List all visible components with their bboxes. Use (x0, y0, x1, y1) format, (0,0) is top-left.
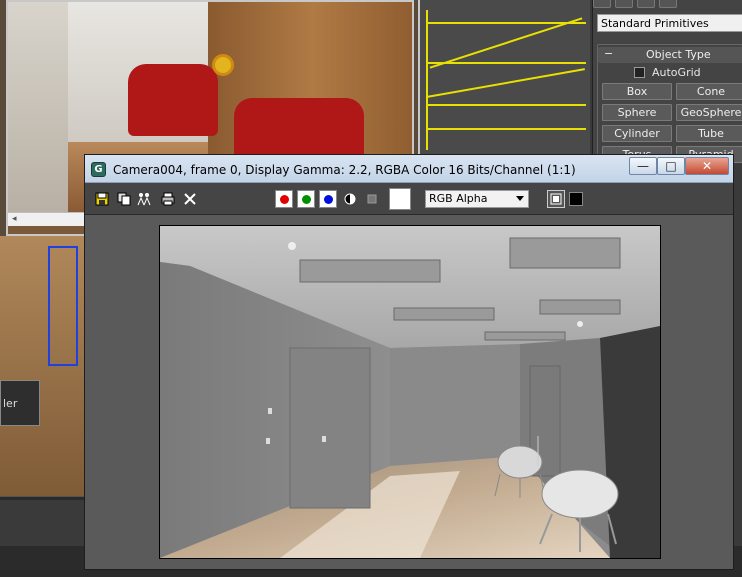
wire-line (426, 104, 586, 106)
wire-line (429, 17, 583, 69)
maximize-button[interactable]: □ (657, 157, 685, 175)
scroll-left-icon[interactable]: ◂ (12, 214, 17, 224)
mono-icon[interactable] (343, 192, 357, 206)
red-channel-toggle[interactable] (275, 190, 293, 208)
render-canvas[interactable] (159, 225, 661, 559)
collapse-icon[interactable]: − (604, 47, 613, 60)
chevron-down-icon (516, 196, 524, 201)
autogrid-checkbox[interactable] (634, 67, 645, 78)
wireframe-door (48, 246, 78, 366)
motion-tab[interactable] (659, 0, 677, 8)
wire-line (427, 68, 585, 98)
command-panel-tabs (593, 0, 742, 10)
red-channel-icon (280, 195, 289, 204)
channel-dropdown[interactable]: RGB Alpha (425, 190, 529, 208)
primitive-type-dropdown[interactable]: Standard Primitives (597, 14, 742, 32)
geosphere-button[interactable]: GeoSphere (676, 104, 742, 121)
create-tab[interactable] (593, 0, 611, 8)
clear-icon[interactable] (183, 192, 197, 206)
frame-buffer-titlebar[interactable]: G Camera004, frame 0, Display Gamma: 2.2… (85, 155, 733, 183)
box-button[interactable]: Box (602, 83, 672, 100)
rollout-title: Object Type (646, 48, 711, 61)
wire-line (426, 128, 586, 130)
sunflower (212, 54, 234, 76)
frame-buffer-window: G Camera004, frame 0, Display Gamma: 2.2… (84, 154, 734, 570)
alpha-icon[interactable] (365, 192, 379, 206)
minimize-button[interactable]: — (629, 157, 657, 175)
side-panel: ler (0, 380, 40, 426)
overlay-toggle-icon[interactable] (547, 190, 565, 208)
display-alpha-icon[interactable] (569, 192, 583, 206)
cone-button[interactable]: Cone (676, 83, 742, 100)
rendered-scene (160, 226, 660, 558)
window-title: Camera004, frame 0, Display Gamma: 2.2, … (113, 163, 576, 177)
channel-dropdown-value: RGB Alpha (429, 192, 488, 205)
wireframe-viewport[interactable] (418, 0, 590, 160)
copy-icon[interactable] (117, 192, 131, 206)
modify-tab[interactable] (615, 0, 633, 8)
rollout-header[interactable]: − Object Type (598, 47, 742, 63)
frame-buffer-toolbar: RGB Alpha (85, 183, 733, 215)
wire-line (426, 10, 428, 150)
green-channel-toggle[interactable] (297, 190, 315, 208)
cylinder-button[interactable]: Cylinder (602, 125, 672, 142)
autogrid-label: AutoGrid (652, 66, 701, 79)
tube-button[interactable]: Tube (676, 125, 742, 142)
green-channel-icon (302, 195, 311, 204)
color-swatch[interactable] (389, 188, 411, 210)
red-chair (128, 64, 218, 136)
sphere-button[interactable]: Sphere (602, 104, 672, 121)
save-icon[interactable] (95, 192, 109, 206)
blue-channel-toggle[interactable] (319, 190, 337, 208)
side-panel-label: ler (3, 397, 18, 410)
close-button[interactable]: ✕ (685, 157, 729, 175)
blue-channel-icon (324, 195, 333, 204)
command-panel: Standard Primitives − Object Type AutoGr… (592, 0, 742, 163)
viewport-floor (0, 236, 90, 500)
hierarchy-tab[interactable] (637, 0, 655, 8)
object-type-rollout: − Object Type AutoGrid Box Cone Sphere G… (597, 44, 742, 163)
clone-icon[interactable] (137, 192, 155, 206)
photo-wall-left (8, 2, 68, 212)
wire-line (426, 62, 586, 64)
app-icon: G (91, 162, 106, 177)
print-icon[interactable] (161, 192, 175, 206)
